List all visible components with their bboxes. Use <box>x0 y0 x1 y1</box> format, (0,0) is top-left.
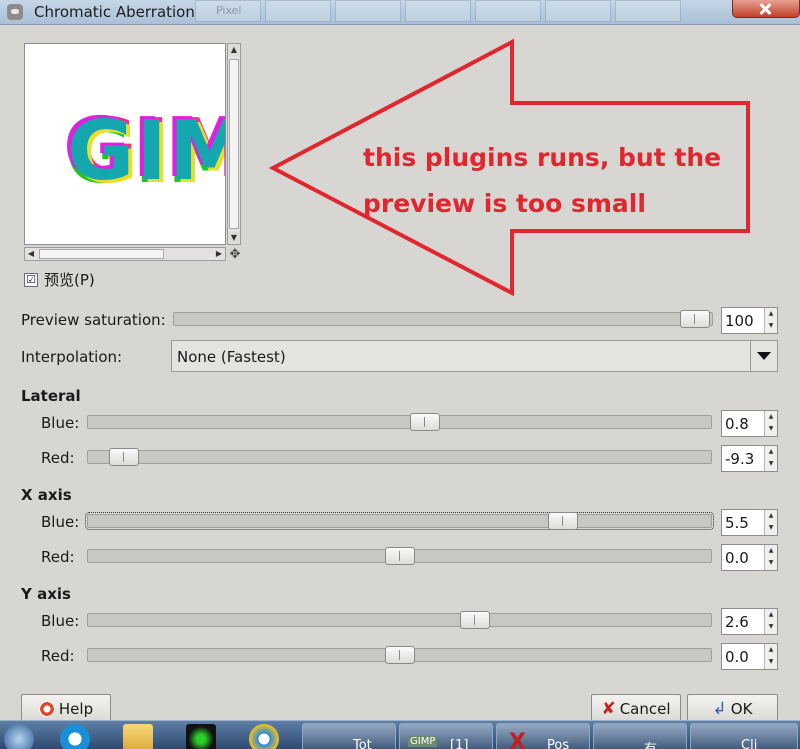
spin-down-icon[interactable]: ▼ <box>765 423 777 435</box>
spin-value[interactable]: 100 <box>725 312 754 330</box>
lateral-red-label: Red: <box>41 449 75 467</box>
slider-handle[interactable] <box>460 611 490 629</box>
spin-up-icon[interactable]: ▲ <box>765 545 777 557</box>
spin-buttons[interactable]: ▲ ▼ <box>764 510 777 535</box>
chevron-down-icon[interactable] <box>750 341 777 371</box>
terminal-icon[interactable] <box>186 724 216 749</box>
taskbar-label: [1] <box>450 738 469 749</box>
lateral-red-slider[interactable] <box>87 448 712 466</box>
taskbar-item-search[interactable]: 有 <box>593 723 687 749</box>
slider-handle[interactable] <box>385 646 415 664</box>
spin-value[interactable]: 2.6 <box>725 613 749 631</box>
preview-saturation-slider[interactable] <box>173 310 713 328</box>
x-axis-red-slider[interactable] <box>87 547 712 565</box>
spin-up-icon[interactable]: ▲ <box>765 411 777 423</box>
taskbar-item-tot[interactable]: Tot <box>302 723 396 749</box>
spin-up-icon[interactable]: ▲ <box>765 609 777 621</box>
spin-buttons[interactable]: ▲ ▼ <box>764 644 777 669</box>
cancel-button-label: Cancel <box>619 700 671 718</box>
lateral-red-spinbox[interactable]: -9.3 ▲ ▼ <box>721 445 778 472</box>
spin-value[interactable]: 5.5 <box>725 514 749 532</box>
x-axis-blue-spinbox[interactable]: 5.5 ▲ ▼ <box>721 509 778 536</box>
preview-saturation-label: Preview saturation: <box>21 311 166 329</box>
taskbar-label: Pos <box>547 738 570 749</box>
taskbar-item-cli[interactable]: Cli <box>690 723 798 749</box>
preview-saturation-spinbox[interactable]: 100 ▲ ▼ <box>721 307 778 334</box>
lateral-blue-spinbox[interactable]: 0.8 ▲ ▼ <box>721 410 778 437</box>
spin-up-icon[interactable]: ▲ <box>765 510 777 522</box>
spin-buttons[interactable]: ▲ ▼ <box>764 609 777 634</box>
spin-down-icon[interactable]: ▼ <box>765 656 777 668</box>
enter-arrow-icon: ↲ <box>712 699 727 719</box>
internet-explorer-icon[interactable] <box>249 724 279 749</box>
spin-down-icon[interactable]: ▼ <box>765 320 777 332</box>
spin-down-icon[interactable]: ▼ <box>765 557 777 569</box>
taskbar-item-pos[interactable]: X Pos <box>496 723 590 749</box>
y-axis-red-slider[interactable] <box>87 646 712 664</box>
x-axis-red-spinbox[interactable]: 0.0 ▲ ▼ <box>721 544 778 571</box>
y-axis-blue-label: Blue: <box>41 612 80 630</box>
interpolation-dropdown[interactable]: None (Fastest) <box>171 340 778 372</box>
slider-handle[interactable] <box>410 413 440 431</box>
y-axis-section-title: Y axis <box>21 585 71 603</box>
spin-down-icon[interactable]: ▼ <box>765 458 777 470</box>
y-axis-blue-spinbox[interactable]: 2.6 ▲ ▼ <box>721 608 778 635</box>
windows-taskbar: Tot GIMP [1] X Pos 有 Cli <box>0 720 800 749</box>
spin-buttons[interactable]: ▲ ▼ <box>764 411 777 436</box>
annotation-text-line2: preview is too small <box>363 189 646 218</box>
spin-value[interactable]: -9.3 <box>725 450 754 468</box>
spin-buttons[interactable]: ▲ ▼ <box>764 308 777 333</box>
sogou-icon[interactable] <box>60 724 90 749</box>
lateral-blue-label: Blue: <box>41 414 80 432</box>
x-axis-blue-label: Blue: <box>41 513 80 531</box>
x-axis-section-title: X axis <box>21 486 72 504</box>
spin-up-icon[interactable]: ▲ <box>765 644 777 656</box>
spin-down-icon[interactable]: ▼ <box>765 621 777 633</box>
ok-button-label: OK <box>730 700 753 718</box>
folder-icon[interactable] <box>123 724 153 749</box>
taskbar-item-gimp[interactable]: GIMP [1] <box>399 723 493 749</box>
lateral-section-title: Lateral <box>21 387 81 405</box>
help-button-label: Help <box>58 700 94 718</box>
spin-up-icon[interactable]: ▲ <box>765 308 777 320</box>
lifebuoy-icon <box>38 701 55 717</box>
y-axis-blue-slider[interactable] <box>87 611 712 629</box>
lateral-blue-slider[interactable] <box>87 413 712 431</box>
interpolation-value: None (Fastest) <box>177 348 286 366</box>
taskbar-label: Cli <box>741 738 758 749</box>
spin-value[interactable]: 0.0 <box>725 549 749 567</box>
slider-handle[interactable] <box>548 512 578 530</box>
spin-value[interactable]: 0.8 <box>725 415 749 433</box>
annotation-text-line1: this plugins runs, but the <box>363 143 722 172</box>
slider-handle[interactable] <box>385 547 415 565</box>
spin-buttons[interactable]: ▲ ▼ <box>764 545 777 570</box>
x-axis-blue-slider[interactable] <box>85 512 714 530</box>
spin-buttons[interactable]: ▲ ▼ <box>764 446 777 471</box>
y-axis-red-label: Red: <box>41 647 75 665</box>
gimp-badge: GIMP <box>408 736 438 747</box>
x-axis-red-label: Red: <box>41 548 75 566</box>
x-app-icon: X <box>509 730 526 749</box>
interpolation-label: Interpolation: <box>21 348 123 366</box>
y-axis-red-spinbox[interactable]: 0.0 ▲ ▼ <box>721 643 778 670</box>
spin-down-icon[interactable]: ▼ <box>765 522 777 534</box>
spin-value[interactable]: 0.0 <box>725 648 749 666</box>
spin-up-icon[interactable]: ▲ <box>765 446 777 458</box>
start-orb-icon[interactable] <box>4 724 34 749</box>
taskbar-label: 有 <box>644 738 657 749</box>
slider-handle[interactable] <box>680 310 710 328</box>
taskbar-label: Tot <box>353 738 372 749</box>
cancel-x-icon: ✘ <box>601 699 616 719</box>
slider-handle[interactable] <box>109 448 139 466</box>
